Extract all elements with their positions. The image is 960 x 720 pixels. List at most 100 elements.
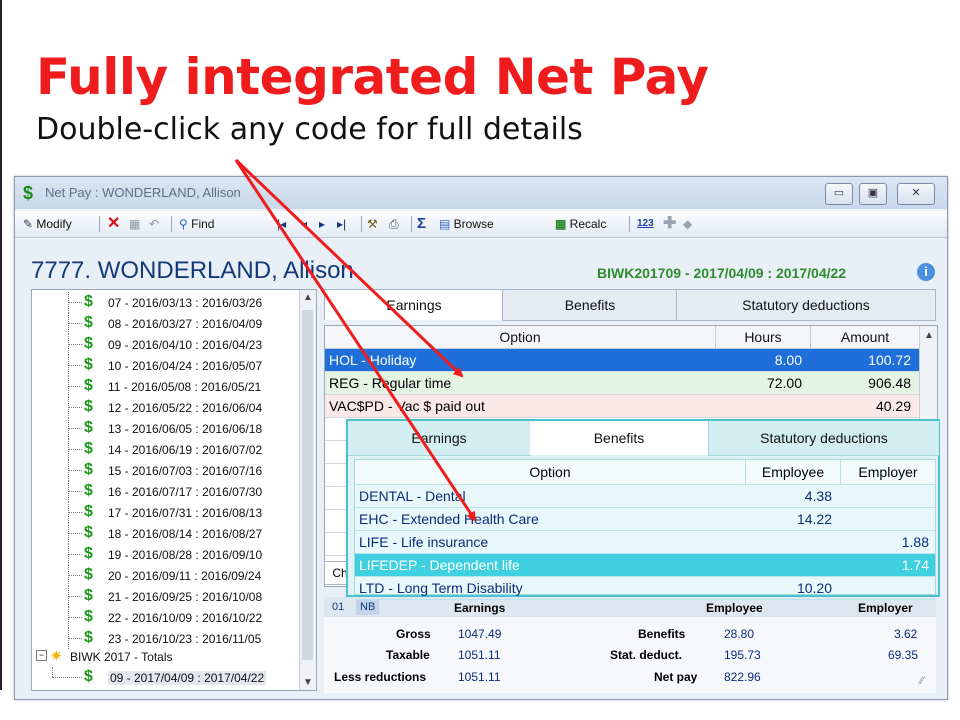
window-titlebar: $ Net Pay : WONDERLAND, Allison ▭ ▣ ✕ [15,177,947,209]
dollar-icon: $ [84,566,93,583]
gross-value: 1047.49 [458,627,502,641]
calculator-icon: ▦ [555,217,570,231]
tree-item[interactable]: $15 - 2016/07/03 : 2016/07/16 [32,460,300,481]
sum-icon[interactable]: Σ [417,215,426,233]
column-hours[interactable]: Hours [716,326,811,349]
tree-connector [68,638,82,639]
summary-code-01[interactable]: 01 [332,601,344,613]
less-reductions-label: Less reductions [334,670,427,684]
tree-item[interactable]: $08 - 2016/03/27 : 2016/04/09 [32,313,300,334]
tree-item-label: 19 - 2016/08/28 : 2016/09/10 [108,548,263,562]
dollar-icon: $ [84,503,93,520]
tree-item-label: 16 - 2016/07/17 : 2016/07/30 [108,485,263,499]
sun-icon: ✷ [50,648,63,665]
tree-item[interactable]: $22 - 2016/10/09 : 2016/10/22 [32,607,300,628]
column-option[interactable]: Option [325,326,716,349]
undo-icon[interactable]: ↶ [149,215,159,233]
info-icon[interactable]: i [917,263,935,281]
cell-option: LIFE - Life insurance [359,534,489,550]
tree-item[interactable]: $16 - 2016/07/17 : 2016/07/30 [32,481,300,502]
employee-name: 7777. WONDERLAND, Allison [31,257,354,284]
first-record-icon[interactable]: |◂ [277,215,286,233]
column-option[interactable]: Option [355,460,746,485]
tree-item[interactable]: $14 - 2016/06/19 : 2016/07/02 [32,439,300,460]
minimize-button[interactable]: ▭ [825,183,853,205]
tree-item[interactable]: $11 - 2016/05/08 : 2016/05/21 [32,376,300,397]
scroll-thumb[interactable] [302,310,313,660]
tree-connector [68,617,82,618]
cell-option: EHC - Extended Health Care [359,511,539,527]
tree-item[interactable]: $20 - 2016/09/11 : 2016/09/24 [32,565,300,586]
resize-grip-icon[interactable]: ⁄⁄ [920,675,924,687]
find-button[interactable]: ⚲ Find [179,215,214,233]
column-employer[interactable]: Employer [841,460,936,485]
dollar-icon: $ [84,668,93,685]
tree-item[interactable]: $18 - 2016/08/14 : 2016/08/27 [32,523,300,544]
tree-item[interactable]: $10 - 2016/04/24 : 2016/05/07 [32,355,300,376]
last-record-icon[interactable]: ▸| [337,215,346,233]
toolbar-separator [629,216,630,232]
maximize-button[interactable]: ▣ [859,183,887,205]
stat-deduct-employer-value: 69.35 [888,648,919,662]
cell-option: VAC$PD - Vac $ paid out [329,398,485,414]
tree-totals-group[interactable]: − ✷ BIWK 2017 - Totals [32,646,300,667]
cell-employee: 14.22 [796,511,832,527]
table-row-selected[interactable]: LIFEDEP - Dependent life 1.74 [355,554,935,577]
tab-benefits[interactable]: Benefits [502,289,678,321]
delete-icon[interactable]: ✕ [107,215,120,233]
net-pay-value: 822.96 [724,670,761,684]
dollar-icon: $ [84,440,93,457]
tag-icon[interactable]: ◆ [683,215,692,233]
tree-item[interactable]: $19 - 2016/08/28 : 2016/09/10 [32,544,300,565]
overlay-tab-benefits[interactable]: Benefits [530,421,708,455]
summary-code-nb[interactable]: NB [356,599,380,615]
tree-item[interactable]: $12 - 2016/05/22 : 2016/06/04 [32,397,300,418]
tree-item-label: 07 - 2016/03/13 : 2016/03/26 [108,296,263,310]
table-row[interactable]: LIFE - Life insurance 1.88 [355,531,935,554]
cell-amount: 100.72 [868,352,911,368]
save-icon[interactable]: ▦ [129,215,140,233]
recalc-button[interactable]: ▦ Recalc [555,215,606,233]
tree-totals-item[interactable]: $ 09 - 2017/04/09 : 2017/04/22 [32,667,300,688]
dollar-icon: $ [84,314,93,331]
tree-item[interactable]: $17 - 2016/07/31 : 2016/08/13 [32,502,300,523]
add-icon[interactable]: ✚ [663,215,676,233]
slide-subheadline: Double-click any code for full details [36,112,583,147]
scroll-up-icon[interactable]: ▲ [924,330,934,341]
next-record-icon[interactable]: ▸ [319,215,325,233]
table-row[interactable]: REG - Regular time 72.00 906.48 [325,372,919,395]
column-amount[interactable]: Amount [811,326,920,349]
scroll-down-icon[interactable]: ▼ [303,677,313,688]
tree-connector [68,407,82,408]
prev-record-icon[interactable]: ◂ [301,215,307,233]
summary-earnings-header: Earnings [454,601,506,615]
table-row[interactable]: EHC - Extended Health Care 14.22 [355,508,935,531]
print-icon[interactable]: ⎙ [389,215,399,233]
table-row[interactable]: HOL - Holiday 8.00 100.72 [325,349,919,372]
scroll-up-icon[interactable]: ▲ [303,292,313,303]
tree-connector [68,533,82,534]
table-row[interactable]: DENTAL - Dental 4.38 [355,485,935,508]
overlay-tab-statutory-deductions[interactable]: Statutory deductions [708,421,939,456]
tab-statutory-deductions[interactable]: Statutory deductions [676,289,936,321]
browse-button[interactable]: ▤ Browse [439,215,494,233]
tools-icon[interactable]: ⚒ [367,215,378,233]
collapse-icon[interactable]: − [36,650,47,661]
stat-deduct-label: Stat. deduct. [610,648,683,662]
slide-left-border [0,0,2,690]
tree-scrollbar[interactable]: ▲ ▼ [299,290,316,690]
code-icon[interactable]: 123 [637,215,654,233]
modify-button[interactable]: ✎ Modify [23,215,72,233]
tree-item[interactable]: $07 - 2016/03/13 : 2016/03/26 [32,292,300,313]
tab-earnings[interactable]: Earnings [324,289,504,320]
tree-item[interactable]: $13 - 2016/06/05 : 2016/06/18 [32,418,300,439]
tree-item[interactable]: $21 - 2016/09/25 : 2016/10/08 [32,586,300,607]
column-employee[interactable]: Employee [746,460,841,485]
table-row[interactable]: LTD - Long Term Disability 10.20 [355,577,935,600]
overlay-tab-earnings[interactable]: Earnings [348,421,531,456]
tree-item[interactable]: $09 - 2016/04/10 : 2016/04/23 [32,334,300,355]
table-row[interactable]: VAC$PD - Vac $ paid out 40.29 [325,395,919,418]
close-button[interactable]: ✕ [897,183,935,205]
tree-connector [68,554,82,555]
dollar-icon: $ [84,545,93,562]
